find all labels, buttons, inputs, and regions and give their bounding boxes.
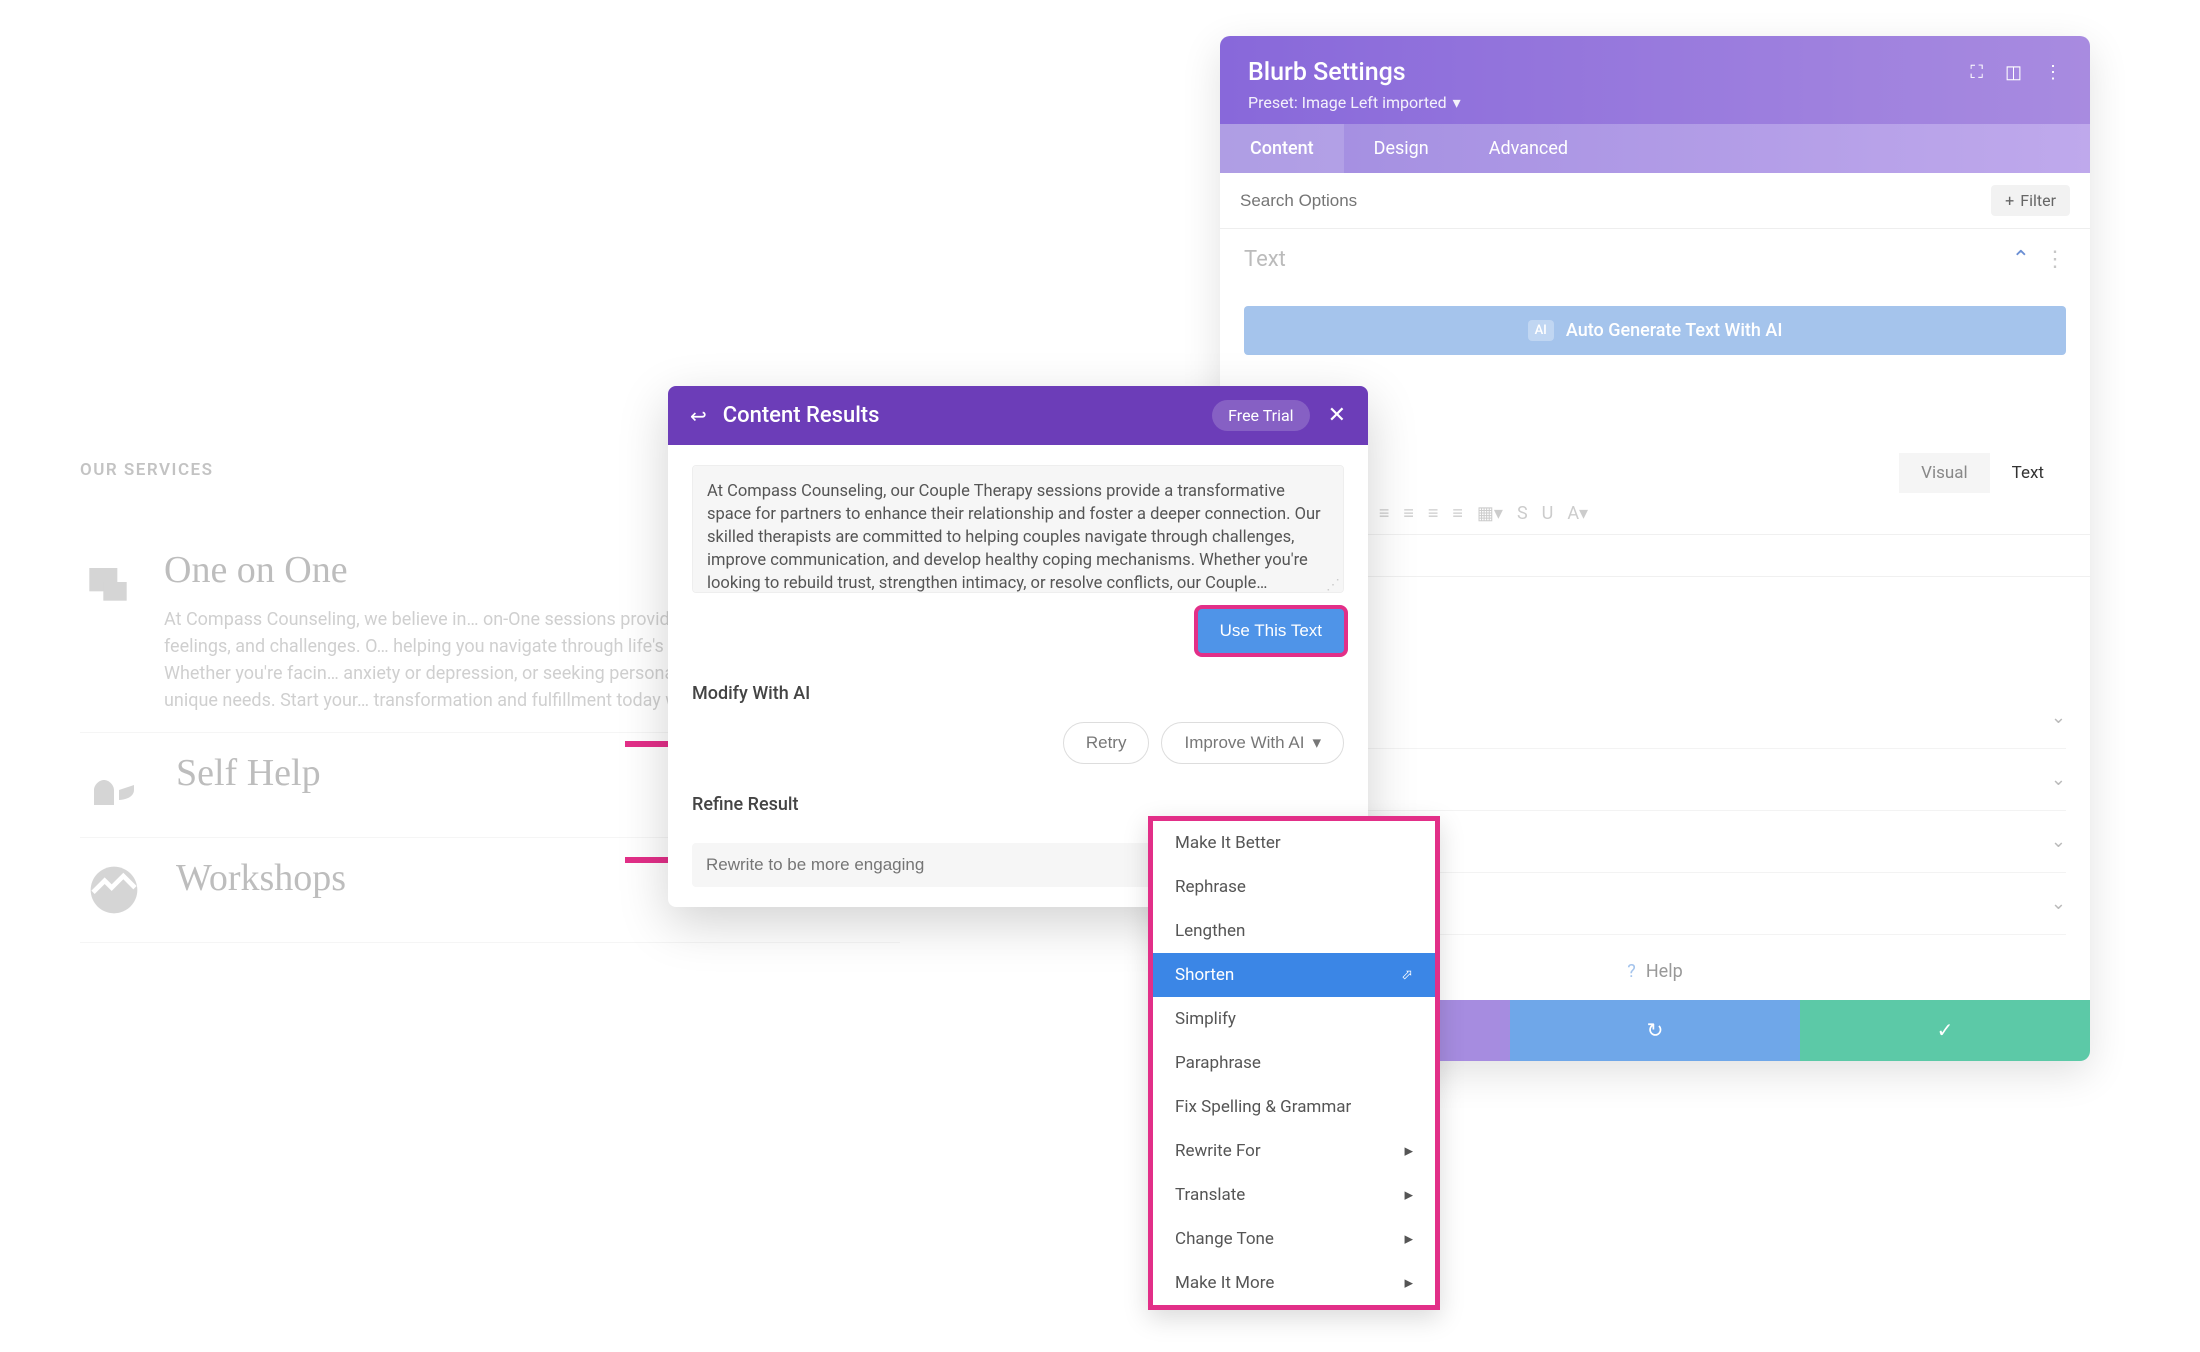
dropdown-item-shorten[interactable]: Shorten⬀ <box>1153 953 1435 997</box>
settings-tabs: ContentDesignAdvanced <box>1220 124 2090 173</box>
editor-tab-visual[interactable]: Visual <box>1899 453 1989 493</box>
dropdown-item-rephrase[interactable]: Rephrase <box>1153 865 1435 909</box>
chevron-right-icon: ▸ <box>1404 1229 1413 1249</box>
dropdown-item-make-it-better[interactable]: Make It Better <box>1153 821 1435 865</box>
chevron-right-icon: ▸ <box>1404 1185 1413 1205</box>
dropdown-item-lengthen[interactable]: Lengthen <box>1153 909 1435 953</box>
retry-button[interactable]: Retry <box>1063 722 1150 764</box>
service-icon <box>80 751 148 819</box>
chevron-down-icon: ⌄ <box>2051 893 2066 914</box>
search-options-input[interactable] <box>1240 191 1991 211</box>
section-more-icon[interactable]: ⋮ <box>2044 247 2066 272</box>
modify-with-ai-label: Modify With AI <box>692 683 1344 704</box>
improve-dropdown: Make It BetterRephraseLengthenShorten⬀Si… <box>1148 816 1440 1310</box>
text-section-label: Text <box>1244 247 1286 272</box>
more-icon[interactable]: ⋮ <box>2044 62 2062 83</box>
dropdown-item-fix-spelling-grammar[interactable]: Fix Spelling & Grammar <box>1153 1085 1435 1129</box>
modal-title: Content Results <box>723 403 880 428</box>
chevron-right-icon: ▸ <box>1404 1141 1413 1161</box>
toolbar-table-icon[interactable]: ▦▾ <box>1477 503 1503 524</box>
chevron-right-icon: ▸ <box>1404 1273 1413 1293</box>
use-this-text-button[interactable]: Use This Text <box>1198 609 1344 653</box>
chevron-down-icon: ▾ <box>1312 733 1321 753</box>
service-title: Self Help <box>176 751 321 795</box>
toolbar-align-right-icon[interactable]: ≡ <box>1428 503 1439 524</box>
free-trial-badge: Free Trial <box>1212 400 1309 431</box>
collapse-icon[interactable]: ⌃ <box>2012 247 2030 272</box>
settings-title: Blurb Settings <box>1248 58 1406 87</box>
chevron-down-icon: ⌄ <box>2051 769 2066 790</box>
chevron-down-icon: ⌄ <box>2051 707 2066 728</box>
tab-advanced[interactable]: Advanced <box>1459 124 1598 173</box>
chevron-down-icon: ⌄ <box>2051 831 2066 852</box>
service-icon <box>80 856 148 924</box>
help-icon: ? <box>1627 961 1636 982</box>
filter-button[interactable]: +Filter <box>1991 185 2070 216</box>
service-title: Workshops <box>176 856 346 900</box>
toolbar-color-icon[interactable]: A▾ <box>1567 503 1588 524</box>
cursor-icon: ⬀ <box>1401 967 1413 983</box>
tab-content[interactable]: Content <box>1220 124 1344 173</box>
ai-badge-icon: AI <box>1528 320 1554 341</box>
dropdown-item-paraphrase[interactable]: Paraphrase <box>1153 1041 1435 1085</box>
confirm-button[interactable]: ✓ <box>1800 1000 2090 1061</box>
toolbar-underline-icon[interactable]: U <box>1542 503 1554 524</box>
improve-with-ai-button[interactable]: Improve With AI ▾ <box>1161 722 1344 764</box>
preset-label[interactable]: Preset: Image Left imported ▾ <box>1248 93 2062 112</box>
auto-generate-ai-button[interactable]: AI Auto Generate Text With AI <box>1244 306 2066 355</box>
toolbar-strike-icon[interactable]: S <box>1517 503 1528 524</box>
toolbar-align-center-icon[interactable]: ≡ <box>1403 503 1414 524</box>
editor-tab-text[interactable]: Text <box>1990 453 2066 493</box>
dropdown-item-translate[interactable]: Translate▸ <box>1153 1173 1435 1217</box>
toolbar-align-left-icon[interactable]: ≡ <box>1379 503 1390 524</box>
fullscreen-icon[interactable]: ⛶ <box>1970 62 1983 83</box>
dropdown-item-simplify[interactable]: Simplify <box>1153 997 1435 1041</box>
close-icon[interactable]: ✕ <box>1328 403 1346 428</box>
dropdown-item-rewrite-for[interactable]: Rewrite For▸ <box>1153 1129 1435 1173</box>
toolbar-justify-icon[interactable]: ≡ <box>1452 503 1463 524</box>
columns-icon[interactable]: ◫ <box>2005 62 2022 83</box>
dropdown-item-make-it-more[interactable]: Make It More▸ <box>1153 1261 1435 1305</box>
dropdown-item-change-tone[interactable]: Change Tone▸ <box>1153 1217 1435 1261</box>
refine-result-label: Refine Result <box>692 794 1344 815</box>
generated-text-textarea[interactable] <box>692 465 1344 593</box>
back-icon[interactable]: ↩ <box>690 404 707 428</box>
service-icon <box>80 548 136 616</box>
tab-design[interactable]: Design <box>1344 124 1459 173</box>
chevron-down-icon: ▾ <box>1453 93 1461 112</box>
redo-button[interactable]: ↻ <box>1510 1000 1800 1061</box>
settings-header: Blurb Settings ⛶ ◫ ⋮ Preset: Image Left … <box>1220 36 2090 124</box>
